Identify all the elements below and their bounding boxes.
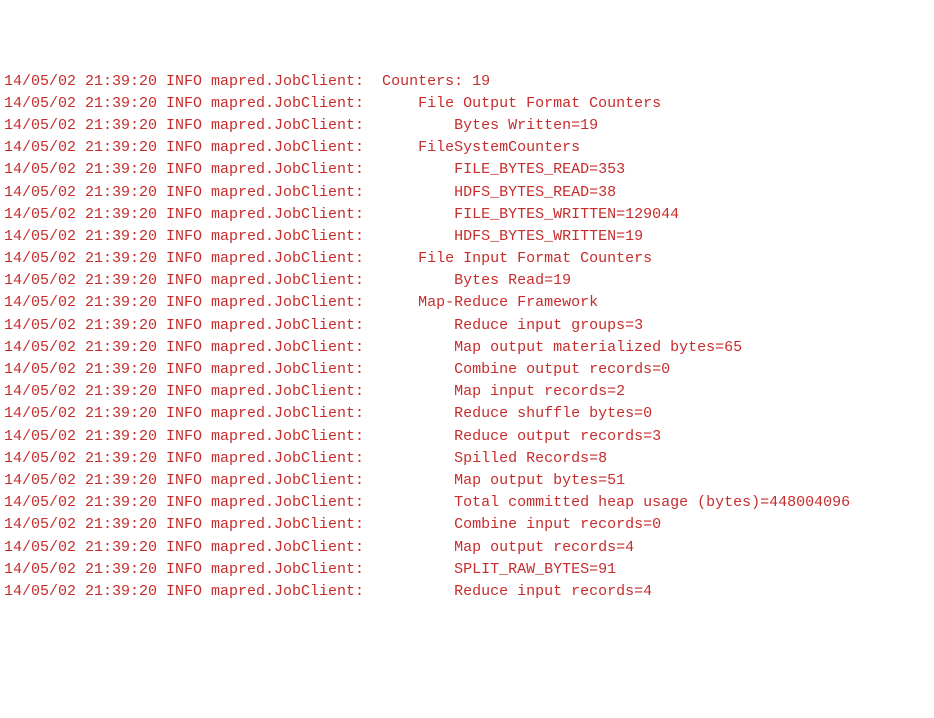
log-output: 14/05/02 21:39:20 INFO mapred.JobClient:… xyxy=(4,71,930,604)
